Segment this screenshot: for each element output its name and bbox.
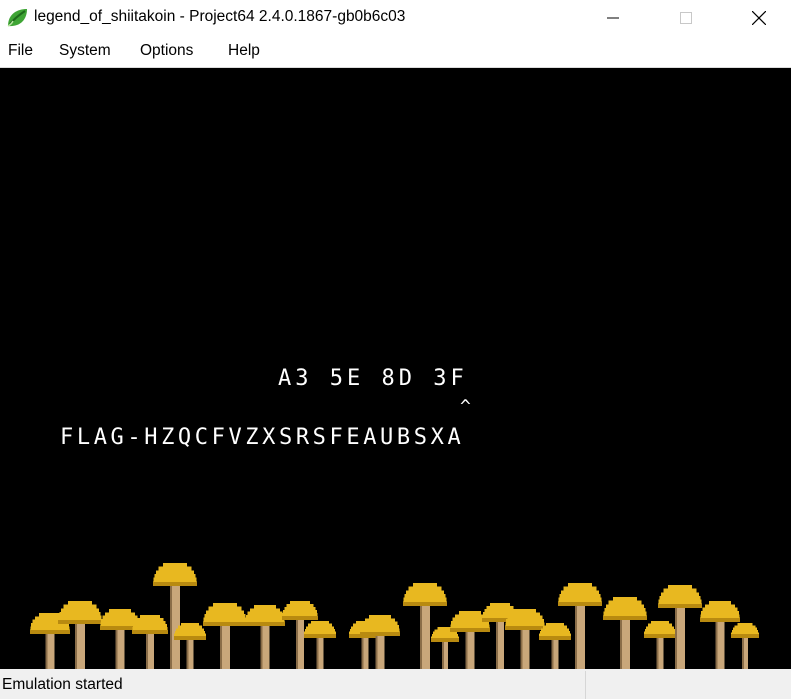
mushroom-part: [575, 600, 577, 669]
mushroom-part: [731, 634, 759, 638]
mushroom-part: [360, 632, 400, 636]
mushroom-part: [603, 616, 647, 620]
mushroom-part: [431, 638, 459, 642]
mushroom-part: [75, 618, 77, 669]
menu-bar: File System Options Help: [0, 36, 791, 68]
mushroom-part: [220, 620, 222, 669]
mushroom-part: [520, 625, 523, 669]
status-text: Emulation started: [2, 676, 123, 693]
mushroom-part: [58, 620, 102, 624]
mushroom-part: [296, 615, 298, 669]
mushroom-part: [30, 630, 70, 634]
mushroom-part: [658, 604, 702, 608]
selection-caret: ^: [460, 396, 475, 417]
mushroom-part: [442, 638, 444, 669]
mushroom-part: [146, 629, 148, 669]
minimize-icon: [607, 17, 619, 19]
title-bar[interactable]: legend_of_shiitakoin - Project64 2.4.0.1…: [0, 0, 791, 36]
mushroom-part: [186, 635, 189, 669]
menu-system[interactable]: System: [59, 42, 111, 60]
mushroom-part: [742, 634, 744, 669]
mushroom-part: [153, 582, 197, 586]
mushroom-forest: [30, 563, 759, 669]
menu-file[interactable]: File: [8, 42, 33, 60]
mushroom-part: [700, 618, 740, 622]
mushroom-part: [245, 622, 285, 626]
mushroom-part: [45, 629, 48, 669]
mushroom-part: [551, 635, 554, 669]
mushroom-part: [304, 634, 336, 638]
mushroom-part: [420, 600, 422, 669]
mushroom-part: [361, 633, 364, 669]
mushroom-part: [260, 621, 263, 669]
mushroom-part: [465, 627, 468, 669]
project64-leaf-icon: [7, 9, 27, 27]
flag-text: FLAG-HZQCFVZXSRSFEAUBSXA: [60, 425, 465, 450]
code-row: A3 5E 8D 3F: [278, 366, 468, 391]
maximize-button[interactable]: [663, 0, 709, 36]
mushroom-part: [403, 602, 447, 606]
mushroom-part: [539, 636, 571, 640]
maximize-icon: [680, 12, 692, 24]
mushroom-part: [170, 580, 172, 669]
mushroom-part: [203, 622, 247, 626]
mushroom-part: [316, 633, 319, 669]
status-divider: [585, 671, 586, 699]
mushroom-part: [115, 625, 118, 669]
window-title: legend_of_shiitakoin - Project64 2.4.0.1…: [34, 8, 406, 25]
mushroom-part: [675, 602, 677, 669]
minimize-button[interactable]: [590, 0, 636, 36]
mushroom-part: [505, 626, 545, 630]
status-bar: Emulation started: [0, 669, 791, 699]
mushroom-part: [558, 602, 602, 606]
mushroom-part: [715, 617, 718, 669]
mushroom-part: [496, 617, 498, 669]
game-screen[interactable]: A3 5E 8D 3F ^ FLAG-HZQCFVZXSRSFEAUBSXA: [0, 68, 791, 669]
mushroom-part: [174, 636, 206, 640]
close-icon: [752, 11, 766, 25]
mushroom-part: [644, 634, 676, 638]
mushroom-part: [620, 614, 622, 669]
mushroom-part: [132, 630, 168, 634]
mushroom-part: [375, 631, 378, 669]
menu-help[interactable]: Help: [228, 42, 260, 60]
close-button[interactable]: [736, 0, 782, 36]
mushroom-part: [450, 628, 490, 632]
menu-options[interactable]: Options: [140, 42, 193, 60]
mushroom-part: [282, 616, 318, 620]
mushroom-part: [656, 633, 659, 669]
